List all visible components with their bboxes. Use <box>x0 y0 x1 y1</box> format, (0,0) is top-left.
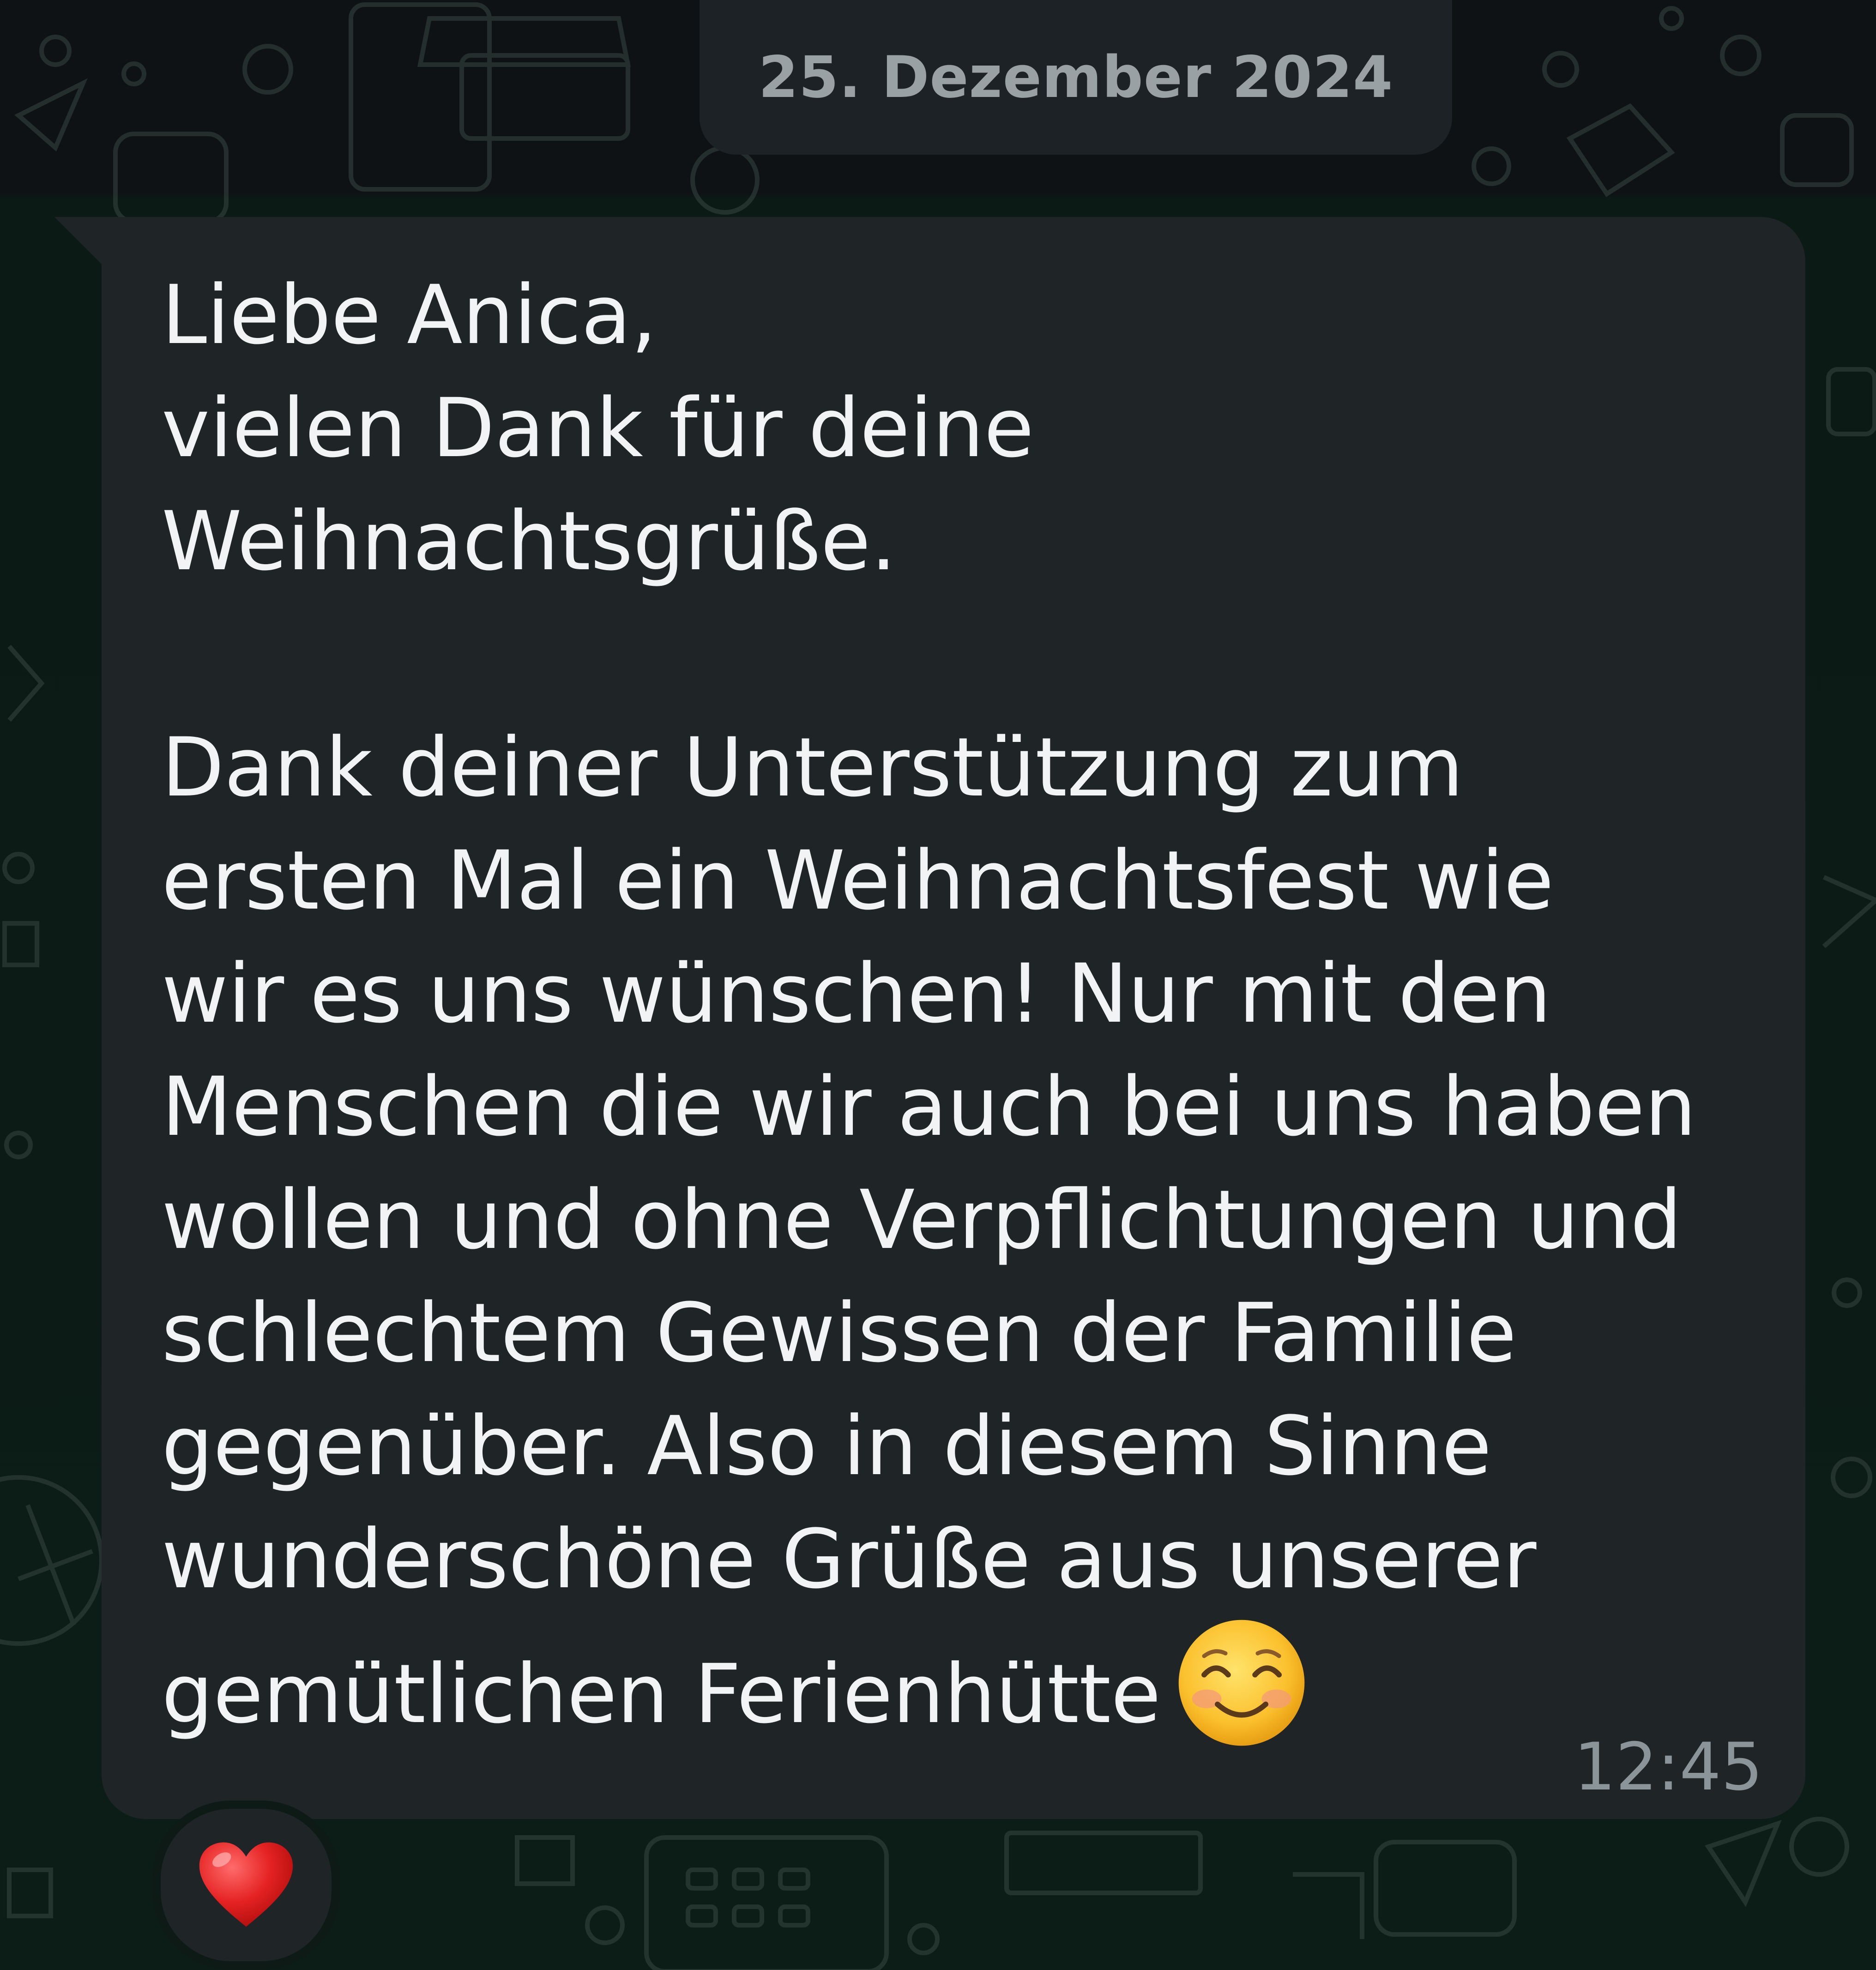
message-body: Liebe Anica, vielen Dank für deine Weihn… <box>162 268 1696 1741</box>
message-reaction[interactable] <box>152 1801 340 1970</box>
date-separator: 25. Dezember 2024 <box>700 0 1452 155</box>
red-heart-icon <box>199 1842 293 1927</box>
message-timestamp: 12:45 <box>1574 1729 1763 1805</box>
message-text: Liebe Anica, vielen Dank für deine Weihn… <box>162 259 1796 1751</box>
date-separator-label: 25. Dezember 2024 <box>758 44 1393 111</box>
smiling-face-emoji-icon <box>1178 1620 1305 1746</box>
